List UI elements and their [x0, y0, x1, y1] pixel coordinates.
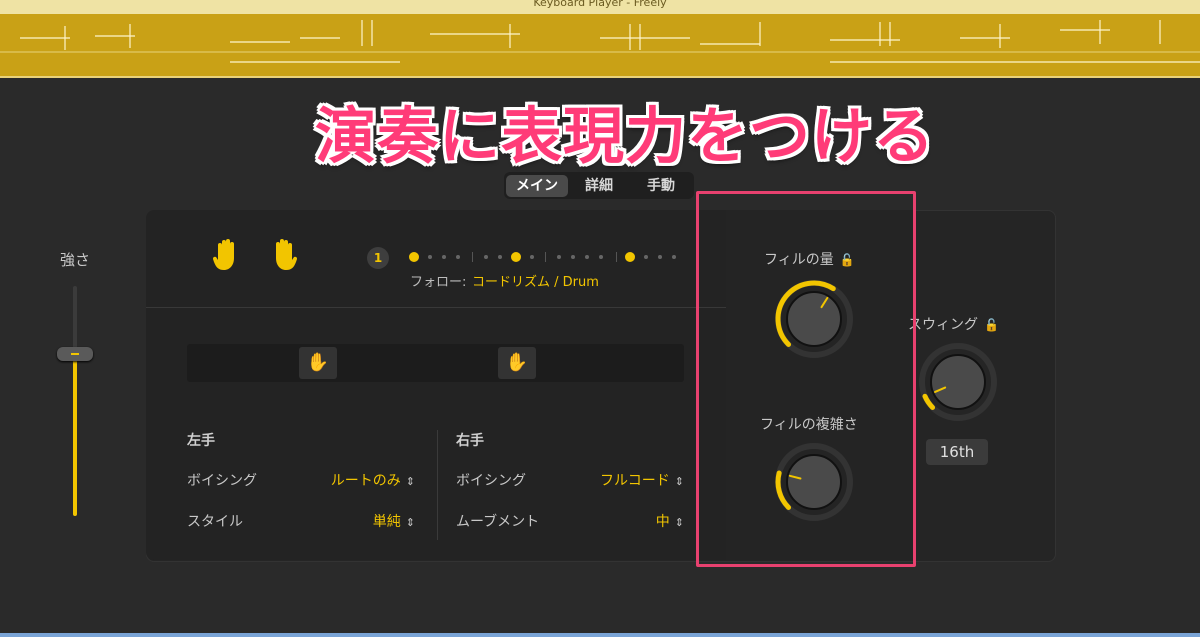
section-divider — [146, 307, 726, 308]
highlight-box — [696, 191, 916, 567]
swing-knob[interactable] — [916, 340, 1000, 424]
region-title: Keyboard Player - Freely — [533, 0, 667, 9]
left-hand-title: 左手 — [187, 433, 215, 449]
chevron-updown-icon: ⇕ — [405, 516, 415, 529]
tab-details[interactable]: 詳細 — [568, 175, 630, 197]
strength-slider-fill — [73, 356, 77, 516]
right-movement-select[interactable]: 中 ⇕ — [560, 511, 684, 531]
chevron-updown-icon: ⇕ — [674, 516, 684, 529]
track-region[interactable]: Keyboard Player - Freely — [0, 0, 1200, 78]
right-hand-icon[interactable] — [268, 238, 298, 279]
chevron-updown-icon: ⇕ — [405, 475, 415, 488]
right-hand-split-icon[interactable]: ✋ — [498, 347, 536, 379]
bottom-edge — [0, 633, 1200, 637]
beat-dots[interactable] — [0, 0, 676, 262]
left-hand-icon[interactable] — [212, 238, 242, 279]
swing-label: スウィング 🔓 — [908, 317, 999, 333]
keyboard-range-bar[interactable]: ✋ ✋ — [187, 344, 684, 382]
lock-icon[interactable]: 🔓 — [984, 318, 999, 332]
strength-label: 強さ — [60, 251, 91, 269]
swing-value-button[interactable]: 16th — [926, 439, 988, 465]
follow-value[interactable]: コードリズム / Drum — [472, 271, 599, 290]
left-style-select[interactable]: 単純 ⇕ — [300, 511, 415, 531]
region-notes-graphic — [0, 20, 1200, 63]
left-style-label: スタイル — [187, 514, 243, 530]
beat-number-badge: 1 — [367, 247, 389, 269]
view-tabs: メイン 詳細 手動 — [504, 172, 694, 199]
headline-caption: 演奏に表現力をつける — [315, 101, 936, 172]
left-voicing-label: ボイシング — [187, 473, 257, 489]
tab-main[interactable]: メイン — [506, 174, 568, 197]
right-voicing-label: ボイシング — [456, 473, 526, 489]
chevron-updown-icon: ⇕ — [674, 475, 684, 488]
right-movement-label: ムーブメント — [456, 514, 540, 530]
left-hand-split-icon[interactable]: ✋ — [299, 347, 337, 379]
strength-slider-thumb[interactable] — [57, 347, 93, 361]
right-hand-title: 右手 — [456, 433, 484, 449]
left-voicing-select[interactable]: ルートのみ ⇕ — [300, 470, 415, 490]
tab-manual[interactable]: 手動 — [630, 175, 692, 197]
column-divider — [437, 430, 438, 540]
follow-label: フォロー: — [410, 275, 467, 290]
right-voicing-select[interactable]: フルコード ⇕ — [560, 470, 684, 490]
